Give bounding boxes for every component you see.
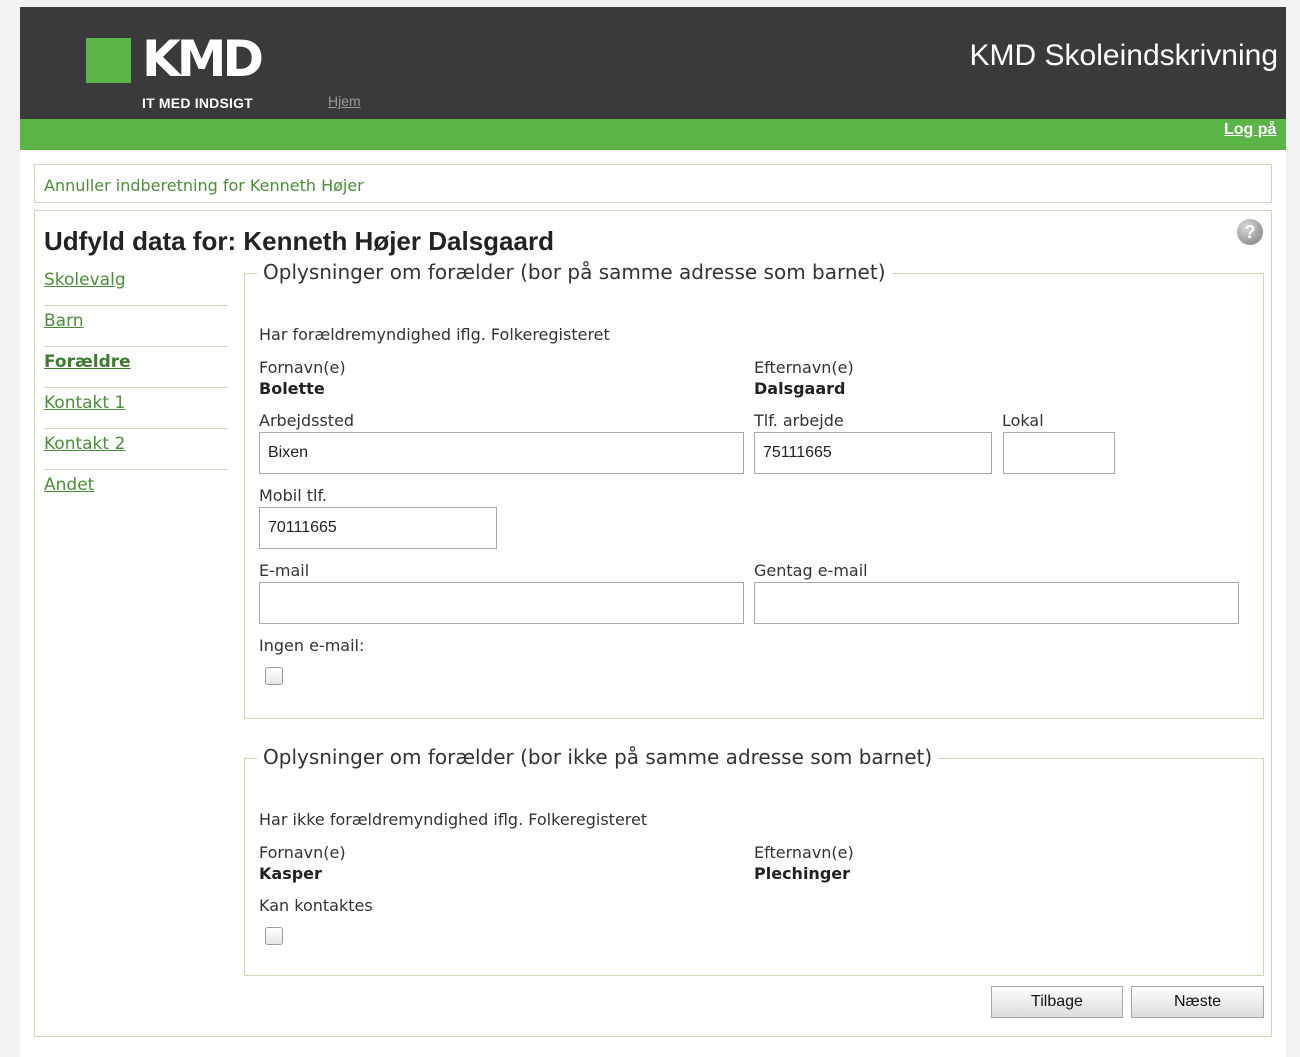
kmd-logo-square — [86, 38, 131, 83]
firstname-value: Bolette — [259, 379, 325, 398]
lastname-value: Plechinger — [754, 864, 851, 883]
email-repeat-input[interactable] — [754, 582, 1239, 624]
nav-item-skolevalg[interactable]: Skolevalg — [44, 265, 228, 306]
cancel-registration-link[interactable]: Annuller indberetning for Kenneth Højer — [44, 176, 364, 195]
lastname-label: Efternavn(e) — [754, 843, 854, 862]
custody-note: Har forældremyndighed iflg. Folkeregiste… — [259, 325, 610, 344]
no-email-checkbox[interactable] — [265, 667, 283, 685]
logo-tagline: IT MED INDSIGT — [142, 95, 253, 111]
app-title: KMD Skoleindskrivning — [969, 39, 1278, 72]
nav-item-andet[interactable]: Andet — [44, 470, 228, 511]
nav-item-kontakt-1[interactable]: Kontakt 1 — [44, 388, 228, 429]
work-phone-label: Tlf. arbejde — [754, 411, 844, 430]
email-repeat-label: Gentag e-mail — [754, 561, 868, 580]
section-legend: Oplysninger om forælder (bor ikke på sam… — [257, 745, 939, 769]
cancel-box: Annuller indberetning for Kenneth Højer — [34, 164, 1272, 203]
mobile-input[interactable] — [259, 507, 497, 549]
section-legend: Oplysninger om forælder (bor på samme ad… — [257, 260, 892, 284]
help-icon[interactable]: ? — [1237, 219, 1263, 245]
can-contact-label: Kan kontaktes — [259, 896, 373, 915]
custody-note: Har ikke forældremyndighed iflg. Folkere… — [259, 810, 648, 829]
lastname-value: Dalsgaard — [754, 379, 846, 398]
local-extension-input[interactable] — [1003, 432, 1115, 474]
main-content: Udfyld data for: Kenneth Højer Dalsgaard… — [34, 210, 1272, 1037]
page: KMD IT MED INDSIGT Hjem KMD Skoleindskri… — [20, 7, 1286, 1057]
email-input[interactable] — [259, 582, 744, 624]
no-email-label: Ingen e-mail: — [259, 636, 365, 655]
back-button[interactable]: Tilbage — [991, 986, 1123, 1018]
can-contact-checkbox[interactable] — [265, 927, 283, 945]
work-phone-input[interactable] — [754, 432, 992, 474]
page-title: Udfyld data for: Kenneth Højer Dalsgaard — [44, 226, 554, 256]
workplace-input[interactable] — [259, 432, 744, 474]
nav-item-kontakt-2[interactable]: Kontakt 2 — [44, 429, 228, 470]
workplace-label: Arbejdssted — [259, 411, 355, 430]
lastname-label: Efternavn(e) — [754, 358, 854, 377]
firstname-label: Fornavn(e) — [259, 358, 346, 377]
kmd-logo: KMD — [142, 30, 264, 88]
nav-item-foraeldre[interactable]: Forældre — [44, 347, 228, 388]
home-link[interactable]: Hjem — [328, 93, 361, 109]
step-nav: Skolevalg Barn Forældre Kontakt 1 Kontak… — [44, 265, 228, 511]
logout-link[interactable]: Log på — [1224, 121, 1276, 139]
nav-item-barn[interactable]: Barn — [44, 306, 228, 347]
next-button[interactable]: Næste — [1131, 986, 1264, 1018]
email-label: E-mail — [259, 561, 310, 580]
green-bar — [20, 119, 1286, 150]
parent-other-address-section: Oplysninger om forælder (bor ikke på sam… — [244, 745, 1264, 976]
firstname-value: Kasper — [259, 864, 322, 883]
firstname-label: Fornavn(e) — [259, 843, 346, 862]
header: KMD IT MED INDSIGT Hjem KMD Skoleindskri… — [20, 7, 1286, 119]
mobile-label: Mobil tlf. — [259, 486, 327, 505]
local-label: Lokal — [1002, 411, 1044, 430]
parent-same-address-section: Oplysninger om forælder (bor på samme ad… — [244, 260, 1264, 719]
